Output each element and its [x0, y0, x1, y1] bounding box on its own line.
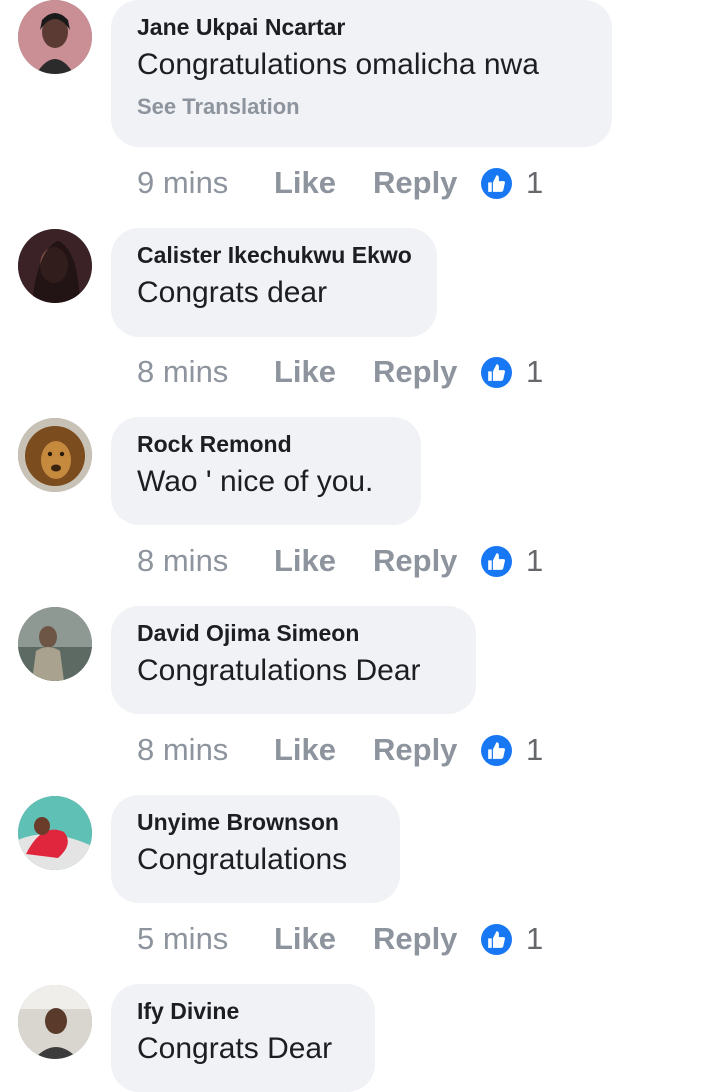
comment-timestamp[interactable]: 9 mins [137, 165, 274, 201]
comment-bubble: Rock Remond Wao ' nice of you. [111, 417, 421, 525]
comment-author[interactable]: Jane Ukpai Ncartar [137, 13, 586, 41]
reply-button[interactable]: Reply [373, 921, 481, 957]
like-button[interactable]: Like [274, 543, 373, 579]
comment-text: Congrats Dear [137, 1032, 333, 1065]
like-button[interactable]: Like [274, 921, 373, 957]
thumbs-up-icon [481, 167, 512, 199]
comment-text: Wao ' nice of you. [137, 465, 374, 498]
reaction-count: 1 [526, 165, 544, 200]
reaction-count: 1 [526, 543, 544, 578]
thumbs-up-icon [481, 545, 512, 577]
comment-actions: 8 mins Like Reply 1 [137, 541, 543, 581]
avatar-photo-icon [18, 229, 92, 303]
like-button[interactable]: Like [274, 732, 373, 768]
comment-author[interactable]: David Ojima Simeon [137, 619, 450, 647]
comment-bubble: Jane Ukpai Ncartar Congratulations omali… [111, 0, 612, 147]
avatar[interactable] [18, 229, 92, 303]
thumbs-up-icon [481, 923, 512, 955]
comment-author[interactable]: Ify Divine [137, 997, 349, 1025]
comment-author[interactable]: Calister Ikechukwu Ekwo [137, 241, 412, 269]
avatar-photo-icon [18, 607, 92, 681]
comment-actions: 5 mins Like Reply 1 [137, 919, 543, 959]
reply-button[interactable]: Reply [373, 165, 481, 201]
reaction-summary[interactable]: 1 [481, 165, 543, 201]
comment-bubble: David Ojima Simeon Congratulations Dear [111, 606, 476, 714]
comment-actions: 9 mins Like Reply 1 [137, 163, 543, 203]
comment-author[interactable]: Rock Remond [137, 430, 395, 458]
comment-text: Congrats dear [137, 276, 328, 309]
comment-bubble: Unyime Brownson Congratulations [111, 795, 400, 903]
see-translation-link[interactable]: See Translation [137, 93, 586, 121]
comment-timestamp[interactable]: 8 mins [137, 732, 274, 768]
avatar-photo-icon [18, 985, 92, 1059]
comment-actions: 8 mins Like Reply 1 [137, 352, 543, 392]
comment-author[interactable]: Unyime Brownson [137, 808, 374, 836]
comment-text: Congratulations [137, 843, 348, 876]
like-button[interactable]: Like [274, 354, 373, 390]
comment-timestamp[interactable]: 5 mins [137, 921, 274, 957]
comment-text: Congratulations omalicha nwa [137, 48, 539, 81]
avatar-photo-icon [18, 0, 92, 74]
comment-timestamp[interactable]: 8 mins [137, 543, 274, 579]
like-button[interactable]: Like [274, 165, 373, 201]
reaction-summary[interactable]: 1 [481, 921, 543, 957]
avatar[interactable] [18, 418, 92, 492]
reply-button[interactable]: Reply [373, 543, 481, 579]
reaction-count: 1 [526, 354, 544, 389]
avatar-photo-icon [18, 418, 92, 492]
reply-button[interactable]: Reply [373, 732, 481, 768]
reply-button[interactable]: Reply [373, 354, 481, 390]
comment-timestamp[interactable]: 8 mins [137, 354, 274, 390]
avatar[interactable] [18, 0, 92, 74]
reaction-count: 1 [526, 921, 544, 956]
avatar[interactable] [18, 796, 92, 870]
reaction-summary[interactable]: 1 [481, 354, 543, 390]
avatar[interactable] [18, 985, 92, 1059]
comment-bubble: Calister Ikechukwu Ekwo Congrats dear [111, 228, 437, 337]
avatar[interactable] [18, 607, 92, 681]
thumbs-up-icon [481, 734, 512, 766]
reaction-summary[interactable]: 1 [481, 543, 543, 579]
reaction-count: 1 [526, 732, 544, 767]
comment-bubble: Ify Divine Congrats Dear [111, 984, 375, 1092]
thumbs-up-icon [481, 356, 512, 388]
comment-actions: 8 mins Like Reply 1 [137, 730, 543, 770]
comment-text: Congratulations Dear [137, 654, 421, 687]
avatar-photo-icon [18, 796, 92, 870]
reaction-summary[interactable]: 1 [481, 732, 543, 768]
